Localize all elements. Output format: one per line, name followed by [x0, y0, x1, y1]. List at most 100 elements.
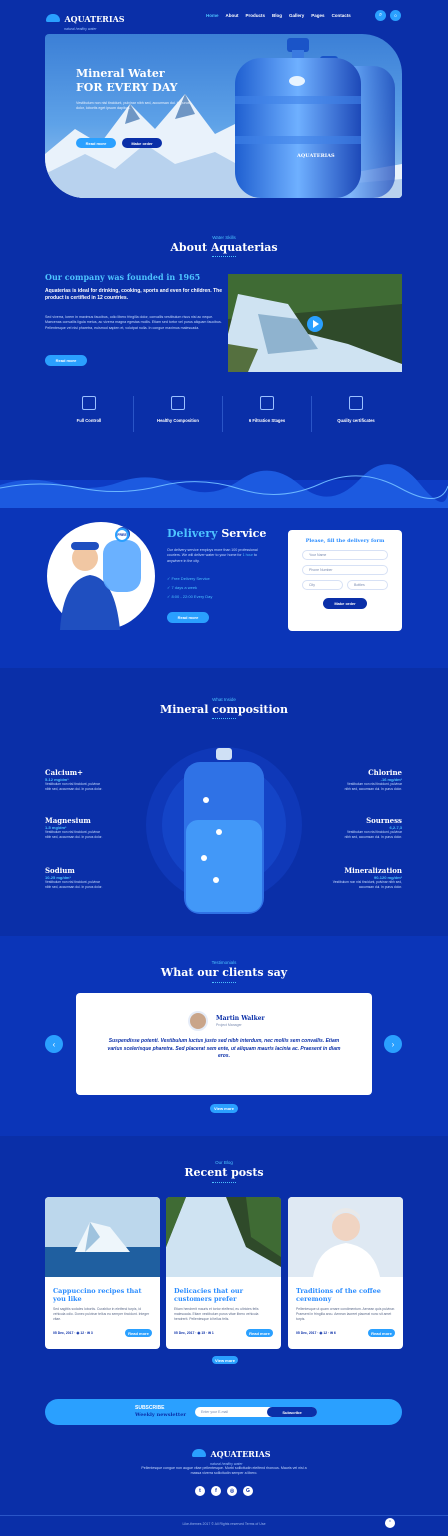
comp-name: Chlorine	[368, 768, 402, 777]
post-title[interactable]: Cappuccino recipes that you like	[45, 1282, 160, 1304]
nav-pages[interactable]: Pages	[311, 13, 324, 18]
cart-icon[interactable]: 0	[390, 10, 401, 21]
google-plus-icon[interactable]: G	[243, 1486, 253, 1496]
post-text: Etiam hendrerit mauris et tortor eleifen…	[174, 1306, 259, 1321]
comment-icon: ✉	[87, 1331, 90, 1335]
hero-title-line1: Mineral Water	[76, 67, 165, 80]
post-text: Pellentesque ut quam ornare condimentum.…	[296, 1306, 395, 1321]
search-icon[interactable]: ⌕	[375, 10, 386, 21]
hero-read-more-button[interactable]: Read more	[76, 138, 116, 148]
twitter-icon[interactable]: t	[195, 1486, 205, 1496]
newsletter-title-a: SUBSCRIBE	[135, 1405, 165, 1411]
wave-divider	[212, 252, 236, 257]
copyright: Like-themes 2017 © All Rights reserved T…	[182, 1522, 266, 1526]
chevron-right-icon[interactable]: ›	[384, 1035, 402, 1053]
hero-make-order-button[interactable]: Make order	[122, 138, 162, 148]
post-title[interactable]: Traditions of the coffee ceremony	[288, 1282, 403, 1304]
about-heading: Our company was founded in 1965	[45, 272, 201, 282]
feature-healthy-composition: Healthy Composition	[134, 396, 222, 423]
post-card[interactable]: Delicacies that our customers prefer Eti…	[166, 1197, 281, 1349]
wave-divider	[212, 714, 236, 719]
comp-name: Sourness	[366, 816, 402, 825]
post-title[interactable]: Delicacies that our customers prefer	[166, 1282, 281, 1304]
footer-brand-name: AQUATERIAS	[210, 1449, 271, 1459]
hero-text: Vestibulum non nisl tincidunt, pulvinar …	[76, 101, 190, 111]
post-read-more-button[interactable]: Read more	[246, 1329, 273, 1337]
scroll-top-icon[interactable]: ⌃	[385, 1518, 395, 1528]
make-order-button[interactable]: Make order	[323, 598, 367, 609]
testimonials-eyebrow: Testimonials	[211, 960, 237, 965]
nav-gallery[interactable]: Gallery	[289, 13, 304, 18]
site-header: AQUATERIAS natural healthy water Home Ab…	[0, 0, 448, 32]
post-card[interactable]: Traditions of the coffee ceremony Pellen…	[288, 1197, 403, 1349]
certificate-icon	[349, 396, 363, 410]
newsletter-title-b: Weekly newsletter	[135, 1412, 187, 1418]
water-bottles-image	[235, 38, 395, 198]
subscribe-button[interactable]: Subscribe	[267, 1407, 317, 1417]
comp-name: Magnesium	[45, 816, 91, 825]
waterfall-image	[166, 1197, 281, 1277]
bottle-label: AQUATERIAS	[297, 153, 335, 159]
footer-logo[interactable]: AQUATERIAS natural healthy water	[192, 1444, 271, 1466]
logo[interactable]: AQUATERIAS natural healthy water	[46, 9, 125, 31]
blog-view-more-button[interactable]: View more	[212, 1356, 238, 1364]
feature-label: Quality certificates	[337, 418, 375, 423]
drop-logo-icon	[192, 1448, 206, 1457]
post-date: 05 Dec, 2017	[174, 1331, 195, 1335]
about-text: Sed viverra, lorem in maximus faucibus, …	[45, 315, 222, 330]
about-read-more-button[interactable]: Read more	[45, 355, 87, 366]
comment-icon: ✉	[330, 1331, 333, 1335]
nav-contacts[interactable]: Contacts	[332, 13, 351, 18]
name-input[interactable]: Your Name	[302, 550, 388, 560]
post-views: 15	[201, 1331, 206, 1335]
feature-quality-certificates: Quality certificates	[312, 396, 400, 423]
delivery-text: Our delivery service employs more than 1…	[167, 548, 271, 564]
post-date: 05 Dec, 2017	[53, 1331, 74, 1335]
composition-item-magnesium: Magnesium 1-5 mg/dm³ Vestibulum non nisl…	[45, 816, 105, 840]
delivery-text-link[interactable]: 1 hour	[243, 553, 253, 557]
flask-icon	[171, 396, 185, 410]
delivery-title-a: Delivery	[167, 527, 218, 540]
eye-icon: ◉	[197, 1331, 201, 1335]
post-comments: 6	[333, 1331, 336, 1335]
delivery-list: ✓ Free Delivery Service ✓ 7 days a week …	[167, 575, 212, 601]
phone-input[interactable]: Phone Number	[302, 565, 388, 575]
testimonial-card: Martin Walker Project Manager Suspendiss…	[76, 993, 372, 1095]
delivery-read-more-button[interactable]: Read more	[167, 612, 209, 623]
instagram-icon[interactable]: ◎	[227, 1486, 237, 1496]
nav-home[interactable]: Home	[206, 13, 219, 18]
newsletter-bar: SUBSCRIBE Weekly newsletter Enter your E…	[45, 1399, 402, 1425]
delivery-title: Delivery Service	[167, 527, 266, 540]
comp-text: Vestibulum non nisl tincidunt, pulvinar …	[45, 782, 103, 791]
list-item-label: 7 days a week	[171, 584, 198, 590]
microscope-icon	[82, 396, 96, 410]
post-card[interactable]: Cappuccino recipes that you like Sed sag…	[45, 1197, 160, 1349]
list-item-label: Free Delivery Service	[171, 576, 210, 581]
hero-title-line2: FOR EVERY DAY	[76, 81, 178, 94]
nav-blog[interactable]: Blog	[272, 13, 282, 18]
eye-icon: ◉	[319, 1331, 323, 1335]
post-views: 12	[80, 1331, 85, 1335]
features-row: Full Controll Healthy Composition 6 Filt…	[45, 396, 400, 432]
bottle-glow-image	[146, 747, 302, 914]
footer-divider	[0, 1515, 448, 1516]
list-item: ✓ 7 days a week	[167, 584, 198, 590]
post-meta: 05 Dec, 2017 · ◉ 15 · ✉ 1	[174, 1331, 214, 1335]
bottles-input[interactable]: Bottles	[347, 580, 388, 590]
main-nav: Home About Products Blog Gallery Pages C…	[206, 13, 351, 18]
facebook-icon[interactable]: f	[211, 1486, 221, 1496]
comp-text: Vestibulum non nisl tincidunt, pulvinar …	[344, 830, 402, 839]
comp-text: Vestibulum non nisl tincidunt, pulvinar …	[45, 830, 103, 839]
cart-count: 0	[394, 13, 397, 18]
nav-about[interactable]: About	[226, 13, 239, 18]
chevron-left-icon[interactable]: ‹	[45, 1035, 63, 1053]
testimonials-view-more-button[interactable]: View more	[210, 1104, 238, 1113]
city-input[interactable]: City	[302, 580, 343, 590]
list-item: ✓ 8:00 - 22:00 Every Day	[167, 593, 213, 599]
nav-products[interactable]: Products	[246, 13, 266, 18]
comp-text: Vestibulum non nisl tincidunt, pulvinar …	[332, 880, 402, 889]
post-read-more-button[interactable]: Read more	[368, 1329, 395, 1337]
wave-divider	[212, 1178, 236, 1183]
post-read-more-button[interactable]: Read more	[125, 1329, 152, 1337]
brand-tagline: natural healthy water	[64, 27, 97, 31]
